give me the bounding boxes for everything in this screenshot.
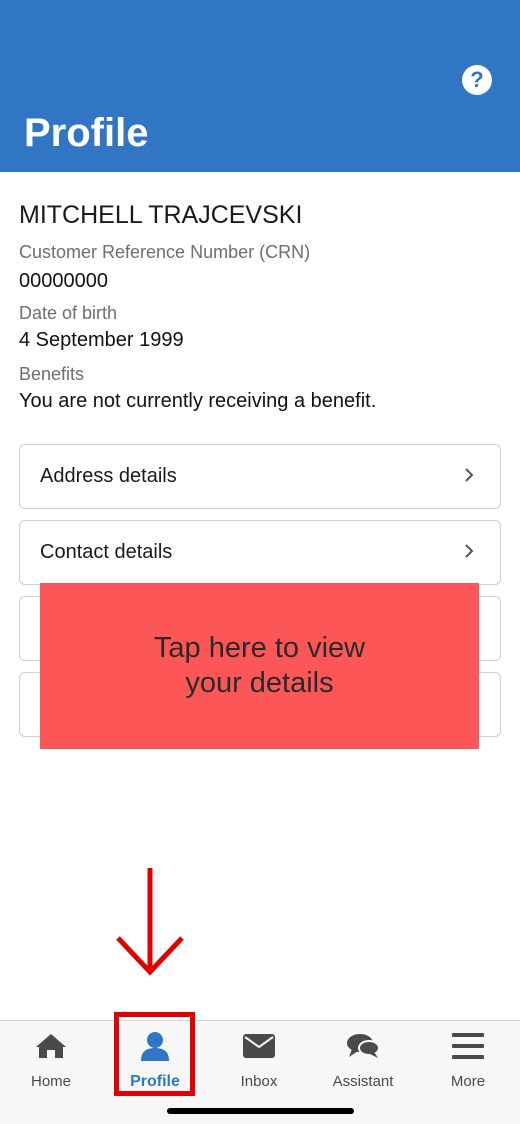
tab-assistant[interactable]: Assistant [318,1029,408,1099]
help-button[interactable]: ? [462,65,492,95]
profile-tab-highlight [114,1012,195,1096]
benefits-label: Benefits [19,364,85,384]
chevron-right-icon [465,468,474,482]
question-circle-icon: ? [470,67,484,92]
tab-inbox[interactable]: Inbox [214,1029,304,1099]
card-label: Address details [40,465,177,487]
app-header: ? Profile [0,0,520,172]
tab-label: More [450,1073,486,1090]
contact-details-card[interactable]: Contact details [19,520,501,585]
address-details-card[interactable]: Address details [19,444,501,509]
down-arrow-annotation [116,868,184,976]
tutorial-overlay[interactable]: Tap here to view your details [40,583,479,749]
tab-label: Inbox [240,1073,278,1090]
chat-bubbles-icon [346,1029,380,1063]
customer-name: MITCHELL TRAJCEVSKI [19,201,303,229]
tab-label: Assistant [332,1073,394,1090]
crn-label: Customer Reference Number (CRN) [19,242,311,262]
dob-label: Date of birth [19,303,118,323]
hamburger-menu-icon [452,1029,484,1063]
chevron-right-icon [465,544,474,558]
home-icon [35,1029,67,1063]
crn-value: 00000000 [19,270,108,292]
home-indicator[interactable] [167,1108,354,1114]
card-label: Contact details [40,541,173,563]
benefits-value: You are not currently receiving a benefi… [19,390,377,412]
overlay-text: Tap here to view your details [153,631,366,699]
envelope-icon [243,1029,275,1063]
dob-value: 4 September 1999 [19,329,184,351]
tab-home[interactable]: Home [6,1029,96,1099]
page-title: Profile [24,111,149,155]
tab-more[interactable]: More [423,1029,513,1099]
tab-label: Home [30,1073,71,1090]
